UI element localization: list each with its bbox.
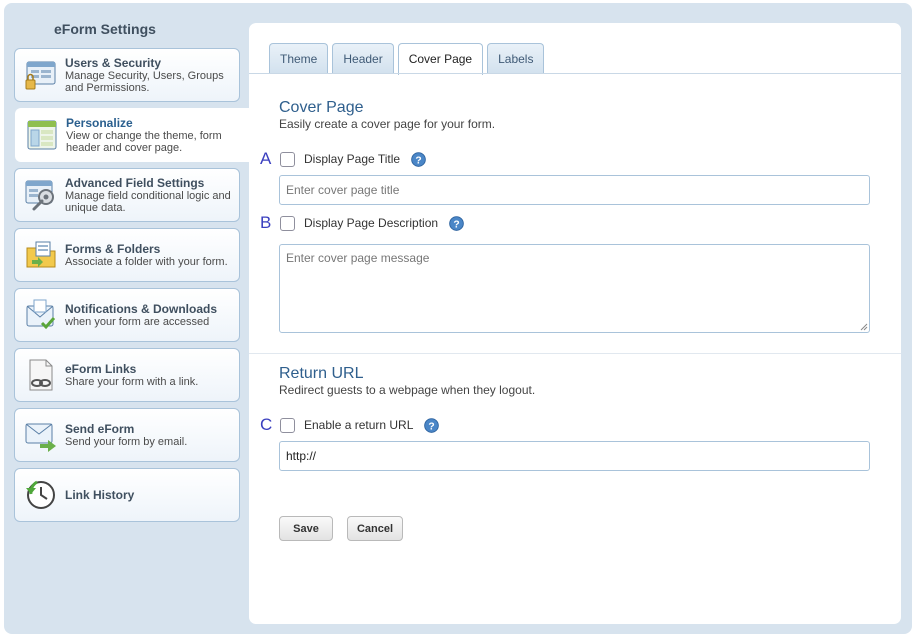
send-eform-icon <box>25 423 56 452</box>
sidebar-item-label: eForm Links <box>65 362 137 376</box>
tab-header[interactable]: Header <box>332 43 394 74</box>
return-url-title: Return URL <box>279 365 364 382</box>
marker-b: B <box>260 213 272 232</box>
sidebar-item-link-history[interactable]: Link History <box>14 468 240 522</box>
tab-cover-page[interactable]: Cover Page <box>397 43 484 75</box>
sidebar-item-label: Send eForm <box>65 422 135 436</box>
help-icon[interactable]: ? <box>449 215 464 231</box>
display-page-description-label[interactable]: Display Page Description <box>304 216 438 230</box>
display-page-description-checkbox[interactable] <box>280 215 295 231</box>
enable-return-url-checkbox[interactable] <box>280 417 295 433</box>
sidebar-item-desc: Associate a folder with your form. <box>65 256 228 268</box>
svg-text:?: ? <box>453 219 459 230</box>
sidebar-item-desc: when your form are accessed <box>65 316 210 328</box>
display-page-title-checkbox[interactable] <box>280 151 295 167</box>
return-url-subtitle: Redirect guests to a webpage when they l… <box>279 383 536 397</box>
tab-divider <box>249 73 901 74</box>
sidebar-item-desc: View or change the theme, form header an… <box>66 130 222 154</box>
notifications-icon <box>26 299 56 330</box>
enable-return-url-label[interactable]: Enable a return URL <box>304 418 413 432</box>
tab-theme[interactable]: Theme <box>269 43 329 74</box>
sidebar-item-advanced-field-settings[interactable]: Advanced Field Settings Manage field con… <box>14 168 240 222</box>
forms-folders-icon <box>26 241 56 268</box>
marker-c: C <box>260 415 273 434</box>
sidebar-item-desc: Manage Security, Users, Groups and Permi… <box>65 70 224 94</box>
marker-a: A <box>260 149 272 168</box>
display-page-title-label[interactable]: Display Page Title <box>304 152 400 166</box>
sidebar-item-send-eform[interactable]: Send eForm Send your form by email. <box>14 408 240 462</box>
link-history-icon <box>26 480 55 509</box>
cover-page-message-textarea[interactable]: Enter cover page message <box>279 244 870 333</box>
resize-grip-icon[interactable] <box>860 323 868 331</box>
sidebar-item-label: Personalize <box>66 116 133 130</box>
sidebar-item-label: Advanced Field Settings <box>65 176 205 190</box>
sidebar-item-notifications-downloads[interactable]: Notifications & Downloads when your form… <box>14 288 240 342</box>
users-security-icon <box>25 61 56 90</box>
cancel-button[interactable]: Cancel <box>347 516 403 541</box>
help-icon[interactable]: ? <box>411 151 426 167</box>
sidebar-item-desc: Share your form with a link. <box>65 376 199 388</box>
cover-page-subtitle: Easily create a cover page for your form… <box>279 117 496 131</box>
eform-links-icon <box>29 359 53 391</box>
sidebar-item-users-security[interactable]: Users & Security Manage Security, Users,… <box>14 48 240 102</box>
tab-labels[interactable]: Labels <box>487 43 545 74</box>
section-divider <box>249 353 901 354</box>
sidebar-item-label: Notifications & Downloads <box>65 302 218 316</box>
sidebar-item-label: Users & Security <box>65 56 162 70</box>
sidebar-item-desc: Send your form by email. <box>65 436 188 448</box>
sidebar-item-desc: Manage field conditional logic and uniqu… <box>65 190 231 214</box>
sidebar-item-label: Link History <box>65 488 135 502</box>
cover-page-message-placeholder: Enter cover page message <box>286 251 430 265</box>
cover-page-title: Cover Page <box>279 99 364 116</box>
sidebar-item-eform-links[interactable]: eForm Links Share your form with a link. <box>14 348 240 402</box>
svg-text:?: ? <box>415 155 421 166</box>
display-page-title-row: Display Page Title ? <box>280 150 426 168</box>
tab-bar: Theme Header Cover Page Labels <box>269 43 545 75</box>
save-button[interactable]: Save <box>279 516 333 541</box>
sidebar-title: eForm Settings <box>54 21 156 37</box>
personalize-icon <box>27 120 57 150</box>
enable-return-url-row: Enable a return URL ? <box>280 416 440 434</box>
sidebar-item-label: Forms & Folders <box>65 242 161 256</box>
svg-text:?: ? <box>429 421 435 432</box>
return-url-input[interactable]: http:// <box>279 441 870 471</box>
sidebar-item-personalize[interactable]: Personalize View or change the theme, fo… <box>15 108 249 162</box>
cover-page-title-input[interactable]: Enter cover page title <box>279 175 870 205</box>
help-icon[interactable]: ? <box>424 417 440 433</box>
sidebar-item-forms-folders[interactable]: Forms & Folders Associate a folder with … <box>14 228 240 282</box>
advanced-field-settings-icon <box>25 180 54 211</box>
display-page-description-row: Display Page Description ? <box>280 214 464 232</box>
settings-panel: Theme Header Cover Page Labels Cover Pag… <box>249 23 901 624</box>
